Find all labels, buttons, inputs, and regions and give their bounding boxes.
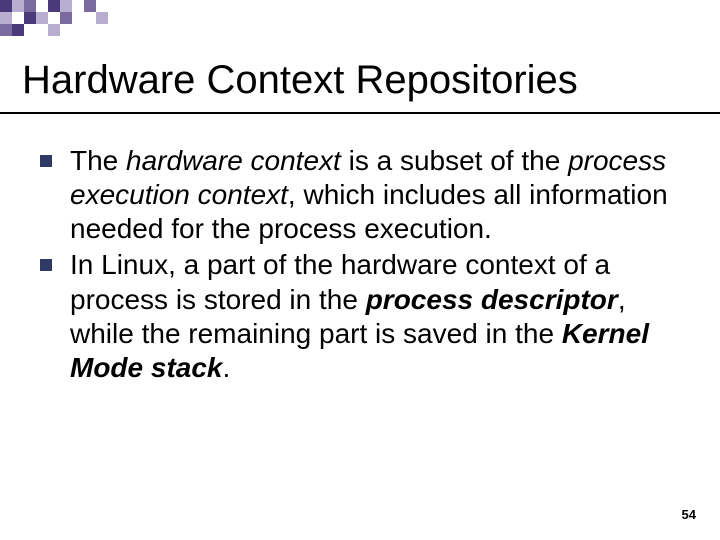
slide-title: Hardware Context Repositories [22,58,698,103]
corner-decoration [0,0,180,36]
square-bullet-icon [40,259,52,271]
square-bullet-icon [40,155,52,167]
page-number: 54 [682,507,696,522]
bullet-text: In Linux, a part of the hardware context… [70,249,649,382]
bullet-text: The hardware context is a subset of the … [70,145,668,244]
title-rule [0,112,720,114]
bullet-item: The hardware context is a subset of the … [40,144,690,246]
slide-body: The hardware context is a subset of the … [40,144,690,387]
bullet-item: In Linux, a part of the hardware context… [40,248,690,385]
